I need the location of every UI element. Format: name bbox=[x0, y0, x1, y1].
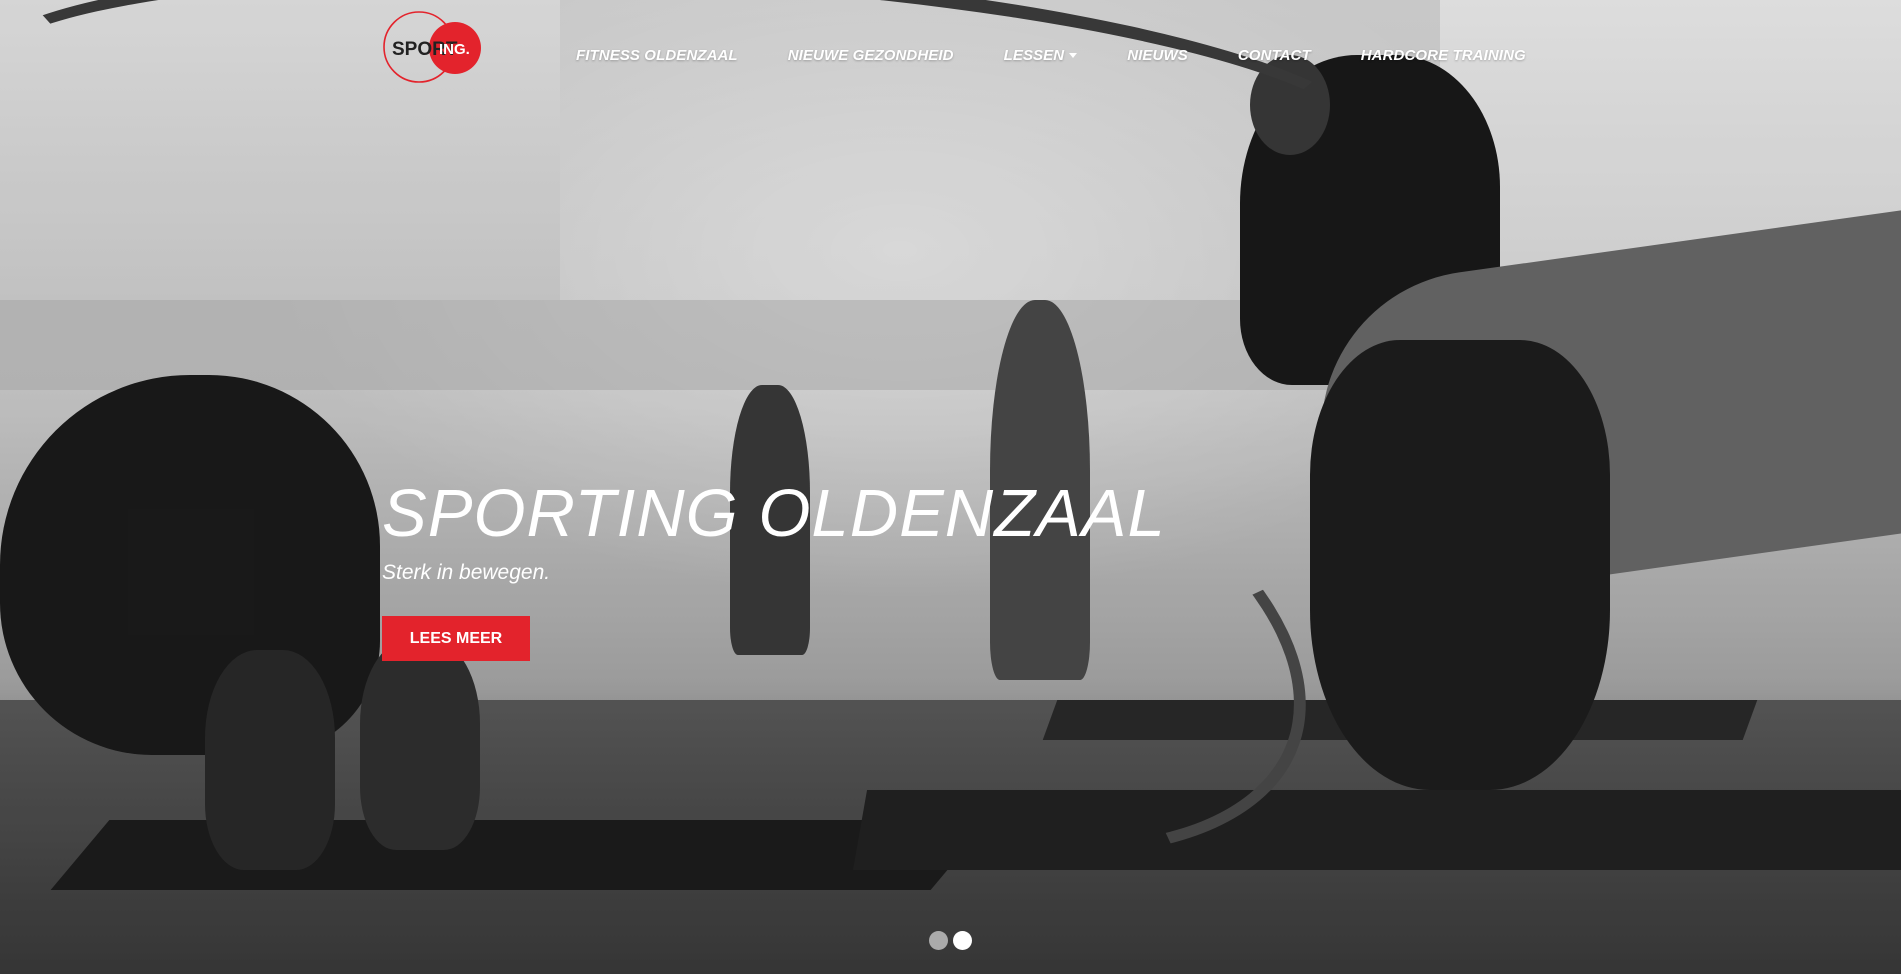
nav-item-label: CONTACT bbox=[1237, 46, 1311, 64]
hero-subtitle: Sterk in bewegen. bbox=[382, 561, 551, 584]
site-logo[interactable]: SPORT ING. bbox=[381, 8, 493, 86]
nav-item-label: NIEUWE GEZONDHEID bbox=[787, 46, 954, 64]
nav-item-nieuwe-gezondheid[interactable]: NIEUWE GEZONDHEID bbox=[788, 47, 954, 64]
lees-meer-button[interactable]: LEES MEER bbox=[382, 616, 530, 661]
nav-item-label: FITNESS OLDENZAAL bbox=[576, 46, 738, 64]
nav-item-hardcore-training[interactable]: HARDCORE TRAINING bbox=[1361, 47, 1526, 64]
carousel-dot-2[interactable] bbox=[953, 931, 972, 950]
nav-item-lessen[interactable]: LESSEN bbox=[1004, 47, 1078, 64]
carousel-indicators bbox=[929, 931, 977, 950]
logo-text-right: ING. bbox=[439, 41, 470, 58]
carousel-dot-1[interactable] bbox=[929, 931, 948, 950]
logo-icon: SPORT ING. bbox=[383, 11, 481, 83]
hero-title: SPORTING OLDENZAAL bbox=[382, 476, 1166, 551]
nav-item-nieuws[interactable]: NIEUWS bbox=[1127, 47, 1188, 64]
nav-item-fitness-oldenzaal[interactable]: FITNESS OLDENZAAL bbox=[576, 47, 738, 64]
nav-item-label: LESSEN bbox=[1003, 46, 1065, 64]
nav-item-contact[interactable]: CONTACT bbox=[1238, 47, 1311, 64]
nav-item-label: NIEUWS bbox=[1127, 46, 1188, 64]
nav-item-label: HARDCORE TRAINING bbox=[1360, 46, 1526, 64]
caret-down-icon bbox=[1069, 52, 1078, 58]
main-nav: FITNESS OLDENZAAL NIEUWE GEZONDHEID LESS… bbox=[576, 44, 1576, 66]
